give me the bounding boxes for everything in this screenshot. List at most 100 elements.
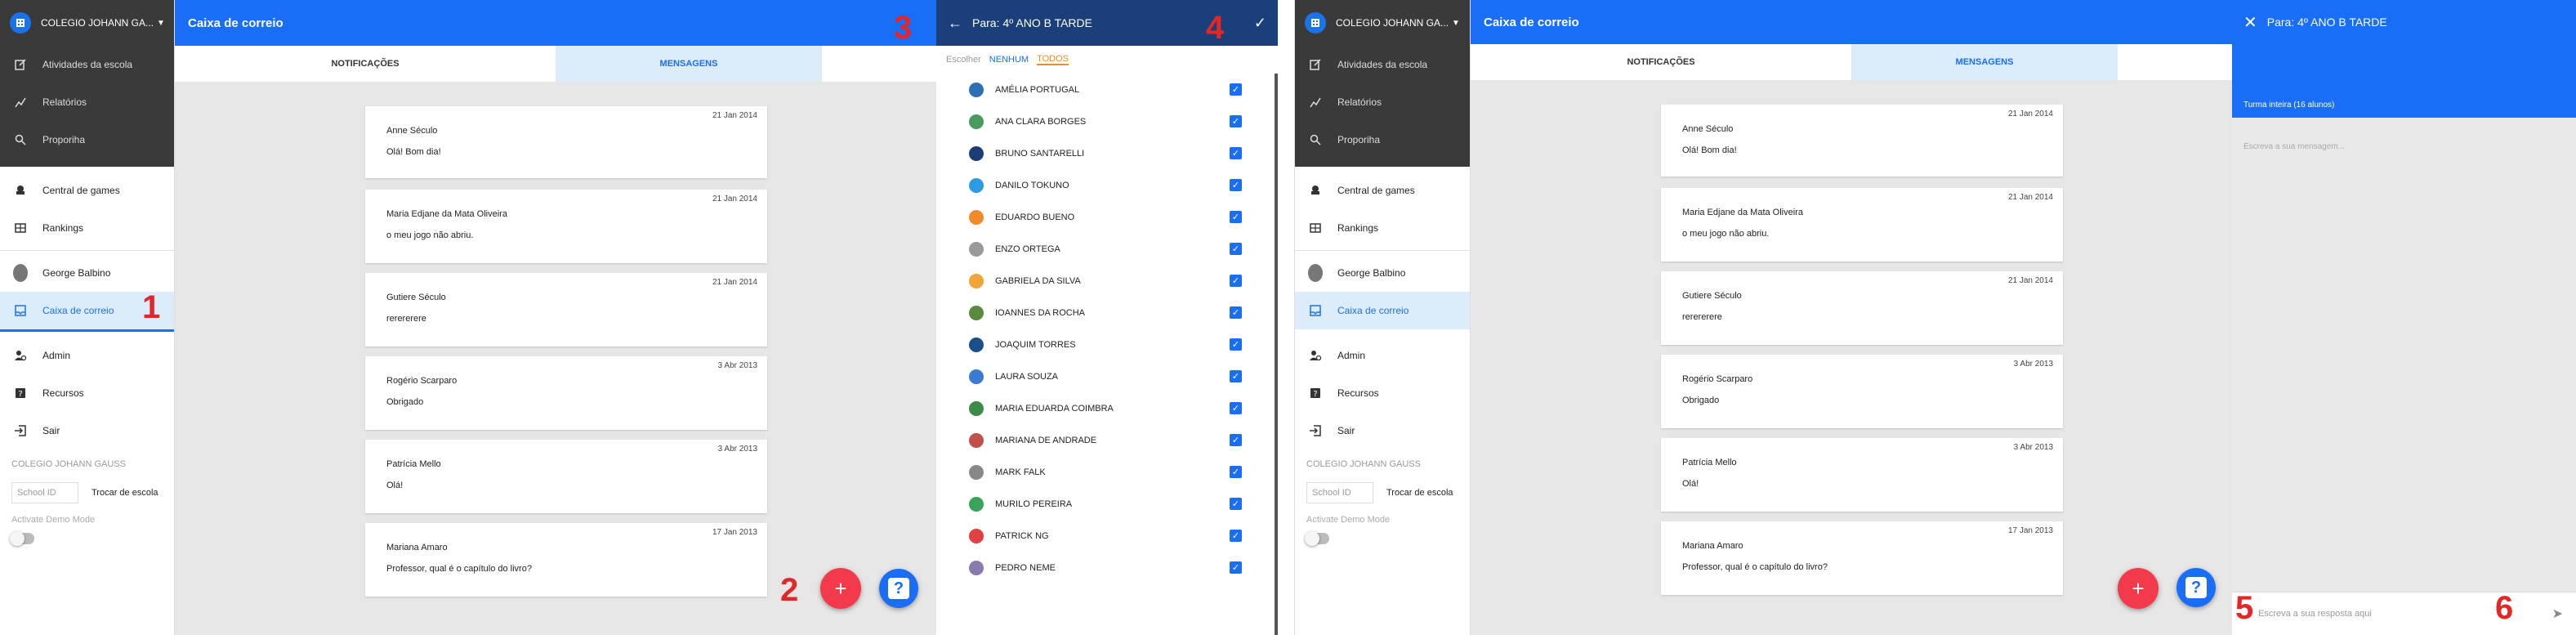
- message-card[interactable]: 21 Jan 2014 Maria Edjane da Mata Oliveira…: [365, 190, 767, 263]
- checkbox-checked[interactable]: ✓: [1230, 370, 1242, 382]
- checkbox-checked[interactable]: ✓: [1230, 147, 1242, 159]
- sidebar-item-user[interactable]: George Balbino: [1295, 254, 1470, 292]
- sidebar-item-user[interactable]: George Balbino: [0, 254, 174, 292]
- help-book-icon: ?: [1308, 386, 1323, 400]
- sidebar-item-relatorios[interactable]: Relatórios: [1295, 83, 1470, 121]
- message-sender: Mariana Amaro: [1682, 541, 1743, 551]
- sidebar-item-proporiha[interactable]: Proporiha: [1295, 121, 1470, 167]
- school-footer: COLEGIO JOHANN GAUSS: [11, 459, 126, 469]
- sidebar-item-games[interactable]: Central de games: [0, 172, 174, 209]
- checkbox-checked[interactable]: ✓: [1230, 179, 1242, 191]
- recipient-row[interactable]: ANA CLARA BORGES ✓: [936, 105, 1275, 137]
- school-selector[interactable]: COLEGIO JOHANN GA... ▼: [0, 0, 174, 46]
- sidebar-item-relatorios[interactable]: Relatórios: [0, 83, 174, 121]
- sidebar-item-rankings[interactable]: Rankings: [1295, 209, 1470, 247]
- select-all-button[interactable]: TODOS: [1037, 54, 1069, 65]
- sidebar-item-games[interactable]: Central de games: [1295, 172, 1470, 209]
- school-selector[interactable]: COLEGIO JOHANN GA... ▼: [1295, 0, 1470, 46]
- sidebar-item-recursos[interactable]: ? Recursos: [1295, 374, 1470, 412]
- close-icon[interactable]: ✕: [2243, 12, 2257, 33]
- message-text: rerererere: [1682, 312, 1722, 322]
- select-none-button[interactable]: NENHUM: [989, 55, 1029, 65]
- sidebar-item-proporiha[interactable]: Proporiha: [0, 121, 174, 167]
- checkbox-checked[interactable]: ✓: [1230, 402, 1242, 414]
- sidebar-item-admin[interactable]: Admin: [1295, 337, 1470, 374]
- recipient-row[interactable]: MARIANA DE ANDRADE ✓: [936, 424, 1275, 456]
- message-card[interactable]: 21 Jan 2014 Gutiere Século rerererere: [1661, 271, 2063, 345]
- message-card[interactable]: 21 Jan 2014 Gutiere Século rerererere: [365, 273, 767, 347]
- recipient-row[interactable]: IOANNES DA ROCHA ✓: [936, 297, 1275, 329]
- back-arrow-icon[interactable]: ←: [948, 15, 962, 32]
- checkbox-checked[interactable]: ✓: [1230, 434, 1242, 446]
- demo-mode-toggle[interactable]: [10, 531, 34, 546]
- tab-mensagens[interactable]: MENSAGENS: [556, 46, 822, 84]
- svg-text:?: ?: [18, 390, 22, 399]
- new-message-button[interactable]: +: [2118, 568, 2159, 609]
- sidebar-item-atividades[interactable]: Atividades da escola: [0, 46, 174, 83]
- checkbox-checked[interactable]: ✓: [1230, 83, 1242, 96]
- school-id-input[interactable]: School ID: [1306, 482, 1373, 503]
- confirm-check-icon[interactable]: ✓: [1254, 15, 1266, 32]
- sidebar-item-label: Central de games: [42, 185, 120, 196]
- school-id-input[interactable]: School ID: [11, 482, 78, 503]
- help-button[interactable]: ?: [879, 569, 918, 608]
- recipient-row[interactable]: EDUARDO BUENO ✓: [936, 201, 1275, 233]
- checkbox-checked[interactable]: ✓: [1230, 115, 1242, 127]
- recipient-row[interactable]: DANILO TOKUNO ✓: [936, 169, 1275, 201]
- message-card[interactable]: 3 Abr 2013 Patrícia Mello Olá!: [1661, 438, 2063, 512]
- tab-mensagens[interactable]: MENSAGENS: [1851, 44, 2118, 83]
- message-card[interactable]: 21 Jan 2014 Anne Século Olá! Bom dia!: [1661, 105, 2063, 177]
- sidebar-item-label: Admin: [1337, 350, 1366, 361]
- recipient-row[interactable]: GABRIELA DA SILVA ✓: [936, 265, 1275, 297]
- tab-notificacoes[interactable]: NOTIFICAÇÕES: [175, 46, 556, 82]
- recipient-row[interactable]: AMÉLIA PORTUGAL ✓: [936, 74, 1275, 105]
- demo-mode-toggle[interactable]: [1305, 531, 1329, 546]
- checkbox-checked[interactable]: ✓: [1230, 275, 1242, 287]
- sidebar-item-recursos[interactable]: ? Recursos: [0, 374, 174, 412]
- sidebar-item-sair[interactable]: Sair: [1295, 412, 1470, 449]
- switch-school-button[interactable]: Trocar de escola: [92, 488, 158, 498]
- tab-notificacoes[interactable]: NOTIFICAÇÕES: [1471, 44, 1851, 80]
- sidebar-item-atividades[interactable]: Atividades da escola: [1295, 46, 1470, 83]
- recipient-row[interactable]: PEDRO NEME ✓: [936, 552, 1275, 584]
- message-card[interactable]: 21 Jan 2014 Maria Edjane da Mata Oliveira…: [1661, 188, 2063, 262]
- checkbox-checked[interactable]: ✓: [1230, 530, 1242, 542]
- recipient-row[interactable]: JOAQUIM TORRES ✓: [936, 329, 1275, 360]
- checkbox-checked[interactable]: ✓: [1230, 561, 1242, 574]
- message-card[interactable]: 21 Jan 2014 Anne Século Olá! Bom dia!: [365, 106, 767, 178]
- message-card[interactable]: 17 Jan 2013 Mariana Amaro Professor, qual …: [365, 523, 767, 597]
- sidebar-item-admin[interactable]: Admin: [0, 337, 174, 374]
- recipient-row[interactable]: MURILO PEREIRA ✓: [936, 488, 1275, 520]
- new-message-button[interactable]: +: [820, 568, 861, 609]
- sidebar-item-mailbox[interactable]: Caixa de correio: [1295, 292, 1470, 329]
- student-avatar: [969, 305, 984, 320]
- message-card[interactable]: 3 Abr 2013 Rogério Scarparo Obrigado: [365, 356, 767, 430]
- sidebar-item-sair[interactable]: Sair: [0, 412, 174, 449]
- checkbox-checked[interactable]: ✓: [1230, 338, 1242, 351]
- search-icon: [13, 132, 28, 147]
- mailbox-tabs: NOTIFICAÇÕES MENSAGENS: [175, 46, 936, 84]
- checkbox-checked[interactable]: ✓: [1230, 211, 1242, 223]
- switch-school-button[interactable]: Trocar de escola: [1386, 488, 1453, 498]
- recipient-row[interactable]: ENZO ORTEGA ✓: [936, 233, 1275, 265]
- checkbox-checked[interactable]: ✓: [1230, 306, 1242, 319]
- message-card[interactable]: 3 Abr 2013 Patrícia Mello Olá!: [365, 440, 767, 513]
- help-button[interactable]: ?: [2176, 568, 2216, 607]
- svg-text:?: ?: [1313, 390, 1317, 399]
- message-text: Olá! Bom dia!: [386, 147, 441, 157]
- message-card[interactable]: 3 Abr 2013 Rogério Scarparo Obrigado: [1661, 355, 2063, 428]
- compose-header: ✕ Para: 4º ANO B TARDE: [2232, 0, 2576, 44]
- send-icon[interactable]: ➤: [2552, 606, 2563, 622]
- message-body[interactable]: Escreva a sua mensagem...: [2232, 118, 2576, 592]
- checkbox-checked[interactable]: ✓: [1230, 243, 1242, 255]
- checkbox-checked[interactable]: ✓: [1230, 466, 1242, 478]
- sidebar-item-rankings[interactable]: Rankings: [0, 209, 174, 247]
- recipient-row[interactable]: MARIA EDUARDA COIMBRA ✓: [936, 392, 1275, 424]
- recipient-row[interactable]: MARK FALK ✓: [936, 456, 1275, 488]
- recipient-row[interactable]: PATRICK NG ✓: [936, 520, 1275, 552]
- checkbox-checked[interactable]: ✓: [1230, 498, 1242, 510]
- recipient-row[interactable]: LAURA SOUZA ✓: [936, 360, 1275, 392]
- message-card[interactable]: 17 Jan 2013 Mariana Amaro Professor, qual …: [1661, 521, 2063, 595]
- message-date: 17 Jan 2013: [2007, 526, 2053, 535]
- recipient-row[interactable]: BRUNO SANTARELLI ✓: [936, 137, 1275, 169]
